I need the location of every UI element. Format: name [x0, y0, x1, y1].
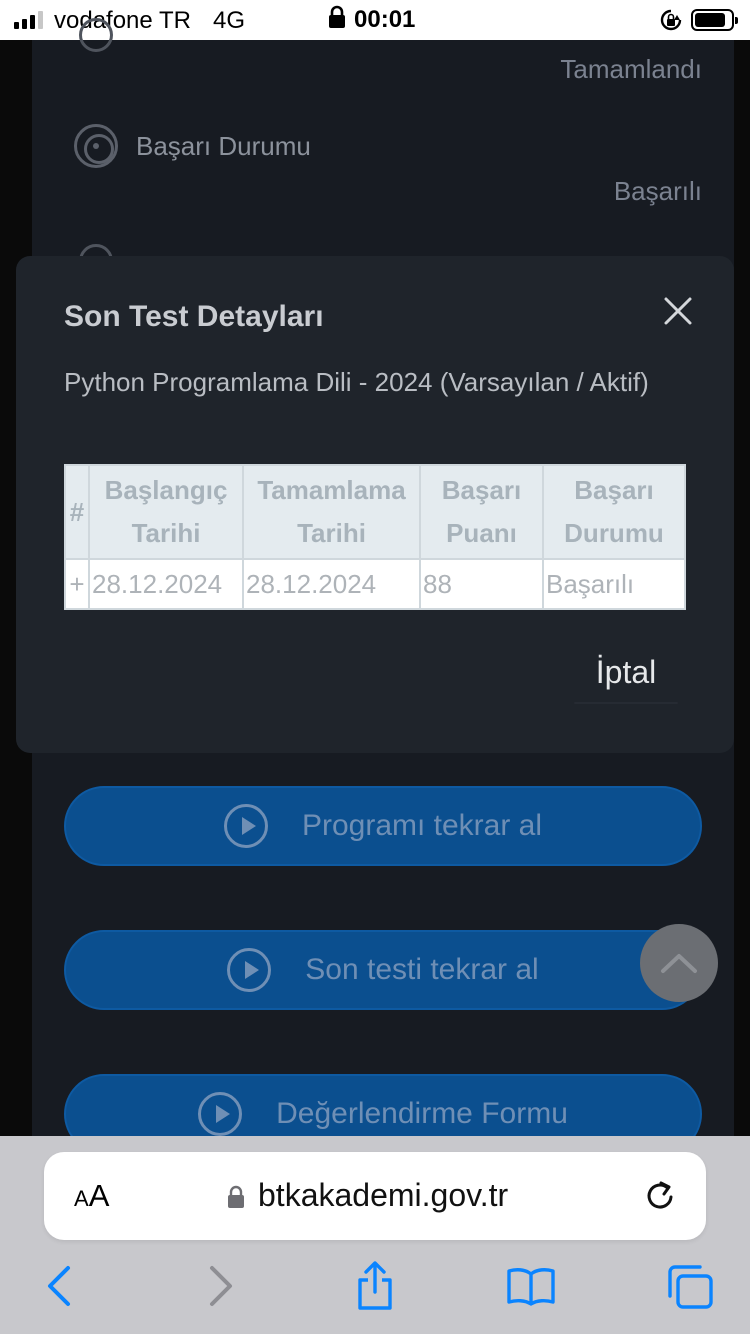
share-icon[interactable]: [354, 1260, 396, 1312]
secure-lock-icon: [228, 1185, 244, 1208]
table-row: + 28.12.2024 28.12.2024 88 Başarılı: [64, 558, 686, 610]
tabs-icon[interactable]: [666, 1264, 714, 1310]
address-bar[interactable]: AA btkakademi.gov.tr: [44, 1152, 706, 1240]
close-button[interactable]: [661, 294, 695, 328]
book-icon[interactable]: [506, 1266, 556, 1306]
retake-last-test-button[interactable]: Son testi tekrar al: [64, 930, 702, 1010]
column-header-start-date: Başlangıç Tarihi: [88, 464, 244, 560]
program-name: Python Programlama Dili - 2024 (Varsayıl…: [64, 367, 649, 397]
completion-date-cell: 28.12.2024: [242, 558, 421, 610]
score-cell: 88: [419, 558, 544, 610]
status-cell: Başarılı: [542, 558, 686, 610]
chevron-left-icon[interactable]: [44, 1264, 74, 1308]
network-type: 4G: [213, 7, 246, 34]
close-icon: [664, 297, 692, 325]
retake-last-test-label: Son testi tekrar al: [305, 953, 539, 986]
success-status-label: Başarı Durumu: [136, 131, 311, 161]
signal-strength-icon: [14, 11, 43, 29]
chevron-right-icon[interactable]: [206, 1264, 236, 1308]
success-status-value: Başarılı: [613, 176, 702, 206]
column-header-status: Başarı Durumu: [542, 464, 686, 560]
retake-program-button[interactable]: Programı tekrar al: [64, 786, 702, 866]
reload-icon[interactable]: [642, 1178, 678, 1214]
table-header-row: # Başlangıç Tarihi Tamamlama Tarihi Başa…: [64, 464, 686, 560]
text-size-button[interactable]: AA: [74, 1178, 109, 1214]
column-header-index: #: [64, 464, 90, 560]
cancel-button[interactable]: İptal: [566, 640, 686, 704]
play-circle-icon: [223, 804, 268, 848]
target-icon: [74, 124, 118, 168]
url-text: btkakademi.gov.tr: [258, 1177, 509, 1213]
column-header-score: Başarı Puanı: [419, 464, 544, 560]
retake-program-label: Programı tekrar al: [301, 809, 543, 842]
text-size-large-glyph: A: [88, 1178, 110, 1213]
completion-status-value: Tamamlandı: [560, 54, 702, 84]
scroll-to-top-button[interactable]: [640, 924, 718, 1002]
browser-bottom-bar: AA btkakademi.gov.tr: [0, 1136, 750, 1334]
battery-icon: [691, 9, 738, 31]
last-test-details-modal: Son Test Detayları Python Programlama Di…: [16, 256, 734, 753]
chevron-up-icon: [661, 954, 697, 973]
text-size-small-glyph: A: [74, 1186, 89, 1211]
column-header-completion-date: Tamamlama Tarihi: [242, 464, 421, 560]
status-circle-icon: [79, 18, 113, 52]
expand-row-toggle[interactable]: +: [64, 558, 90, 610]
test-details-table: # Başlangıç Tarihi Tamamlama Tarihi Başa…: [64, 464, 686, 610]
start-date-cell: 28.12.2024: [88, 558, 244, 610]
carrier-name: vodafone TR: [54, 7, 191, 34]
play-circle-icon: [227, 948, 272, 992]
play-circle-icon: [198, 1092, 243, 1136]
modal-title: Son Test Detayları: [64, 300, 324, 333]
evaluation-form-label: Değerlendirme Formu: [276, 1097, 568, 1130]
orientation-lock-icon: [660, 9, 682, 31]
lock-icon: [329, 5, 345, 28]
clock: 00:01: [354, 6, 416, 33]
